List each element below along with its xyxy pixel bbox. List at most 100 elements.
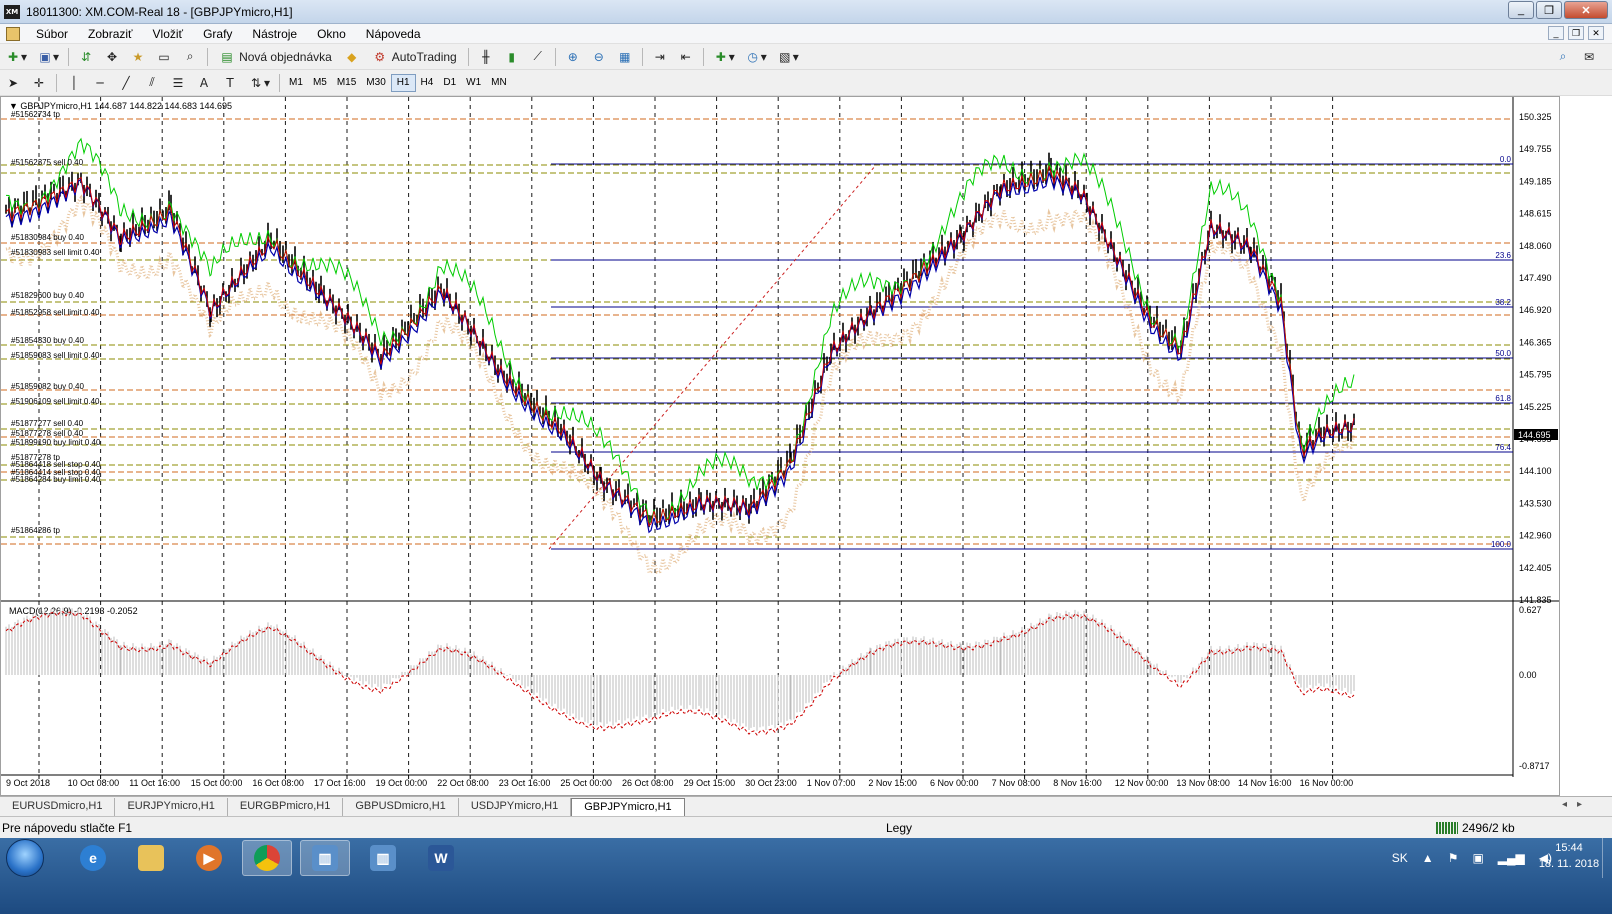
navigator-button[interactable]: ★	[127, 46, 149, 68]
timeframe-mn[interactable]: MN	[486, 74, 512, 92]
tab-eurgbp[interactable]: EURGBPmicro,H1	[228, 798, 344, 816]
title-bar: XM 18011300: XM.COM-Real 18 - [GBPJPYmic…	[0, 0, 1612, 24]
menu-file[interactable]: Súbor	[26, 27, 78, 41]
tab-gbpjpy[interactable]: GBPJPYmicro,H1	[571, 798, 685, 816]
menu-view[interactable]: Zobraziť	[78, 27, 143, 41]
market-watch-button[interactable]: ⇵	[75, 46, 97, 68]
templates-button[interactable]: ▧ ▾	[774, 46, 802, 68]
horizontal-line-button[interactable]: ─	[89, 72, 111, 94]
autotrading-button[interactable]: ⚙ AutoTrading	[367, 46, 462, 68]
flag-icon[interactable]: ⚑	[1448, 851, 1459, 865]
menu-tools[interactable]: Nástroje	[242, 27, 307, 41]
tab-scroll-arrows[interactable]: ◂▸	[1562, 799, 1592, 810]
order-label: #51859083 sell limit 0.40	[11, 351, 100, 360]
price-axis-label: 142.960	[1519, 531, 1552, 541]
vertical-line-button[interactable]: │	[63, 72, 85, 94]
close-button[interactable]: ✕	[1564, 1, 1608, 19]
new-order-label: Nová objednávka	[239, 49, 332, 64]
metaeditor-button[interactable]: ◆	[341, 46, 363, 68]
timeframe-w1[interactable]: W1	[461, 74, 486, 92]
auto-scroll-button[interactable]: ⇥	[649, 46, 671, 68]
price-axis-label: 149.755	[1519, 144, 1552, 154]
timeframe-m5[interactable]: M5	[308, 74, 332, 92]
bar-chart-button[interactable]: ╫	[475, 46, 497, 68]
minimize-button[interactable]: _	[1508, 1, 1534, 19]
crosshair-button[interactable]: ✛	[28, 72, 50, 94]
templates-icon: ▧	[779, 49, 791, 64]
periods-button[interactable]: ◷ ▾	[742, 46, 770, 68]
maximize-button[interactable]: ❐	[1536, 1, 1562, 19]
menu-window[interactable]: Okno	[307, 27, 356, 41]
text-button[interactable]: A	[193, 72, 215, 94]
order-label: #51830983 sell limit 0.40	[11, 248, 100, 257]
chart-window[interactable]: 0.0 23.6 38.2 50.0 61.8 76.4 100.0 ▼ GBPJPYmicr…	[0, 96, 1560, 796]
signal-icon[interactable]: ▂▄▆	[1498, 851, 1525, 865]
taskbar-ie[interactable]: e	[68, 840, 118, 876]
channel-button[interactable]: ⫽	[141, 72, 163, 94]
timeframe-m30[interactable]: M30	[361, 74, 390, 92]
taskbar-word[interactable]: W	[416, 840, 466, 876]
zoom-in-button[interactable]: ⊕	[562, 46, 584, 68]
mdi-close-button[interactable]: ✕	[1588, 26, 1604, 40]
text-icon: A	[199, 75, 209, 90]
timeframe-m15[interactable]: M15	[332, 74, 361, 92]
chart-shift-button[interactable]: ⇤	[675, 46, 697, 68]
zoom-out-button[interactable]: ⊖	[588, 46, 610, 68]
menu-insert[interactable]: Vložiť	[143, 27, 194, 41]
data-window-button[interactable]: ✥	[101, 46, 123, 68]
taskbar-explorer[interactable]	[126, 840, 176, 876]
tile-windows-button[interactable]: ▦	[614, 46, 636, 68]
search-button[interactable]: ⌕	[1552, 46, 1574, 68]
clock[interactable]: 15:44 18. 11. 2018	[1534, 840, 1604, 872]
profiles-button[interactable]: ▣ ▾	[34, 46, 62, 68]
line-chart-button[interactable]: ⟋	[527, 46, 549, 68]
tab-eurjpy[interactable]: EURJPYmicro,H1	[115, 798, 228, 816]
menu-help[interactable]: Nápoveda	[356, 27, 431, 41]
timeframe-d1[interactable]: D1	[438, 74, 461, 92]
price-chart[interactable]: 0.023.638.250.061.876.4100.0▼ GBPJPYmicr…	[1, 97, 1559, 795]
strategy-tester-button[interactable]: ⌕	[179, 46, 201, 68]
chart-window-icon[interactable]	[6, 26, 20, 41]
terminal-button[interactable]: ▭	[153, 46, 175, 68]
taskbar: e ▶ ▥ ▥ W SK ▲ ⚑ ▣ ▂▄▆ ◀) 15:44 18. 11. …	[0, 838, 1612, 914]
start-button[interactable]	[6, 839, 44, 877]
fibonacci-button[interactable]: ☰	[167, 72, 189, 94]
show-desktop-button[interactable]	[1602, 838, 1612, 878]
price-axis-label: 146.920	[1519, 305, 1552, 315]
tab-gbpusd[interactable]: GBPUSDmicro,H1	[343, 798, 459, 816]
menu-charts[interactable]: Grafy	[193, 27, 242, 41]
autotrading-icon: ⚙	[374, 49, 386, 64]
fibonacci-icon: ☰	[172, 75, 184, 90]
mdi-minimize-button[interactable]: _	[1548, 26, 1564, 40]
time-axis-label: 30 Oct 23:00	[745, 778, 797, 788]
chat-button[interactable]: ✉	[1578, 46, 1600, 68]
standard-toolbar: ✚ ▾ ▣ ▾ ⇵ ✥ ★ ▭ ⌕ ▤ Nová objednávka ◆ ⚙ Auto…	[0, 44, 1612, 70]
taskbar-mt4-2[interactable]: ▥	[358, 840, 408, 876]
timeframe-h4[interactable]: H4	[416, 74, 439, 92]
timeframe-h1[interactable]: H1	[390, 73, 416, 92]
candlestick-button[interactable]: ▮	[501, 46, 523, 68]
new-chart-button[interactable]: ✚ ▾	[2, 46, 30, 68]
clock-icon: ◷	[747, 49, 758, 64]
tray-expand-icon[interactable]: ▲	[1422, 851, 1434, 865]
text-label-button[interactable]: T	[219, 72, 241, 94]
indicators-button[interactable]: ✚ ▾	[710, 46, 738, 68]
current-price-label: 144.695	[1518, 430, 1551, 440]
tab-usdjpy[interactable]: USDJPYmicro,H1	[459, 798, 572, 816]
tab-eurusd[interactable]: EURUSDmicro,H1	[0, 798, 116, 816]
device-icon[interactable]: ▣	[1472, 851, 1483, 865]
window-title: 18011300: XM.COM-Real 18 - [GBPJPYmicro,…	[26, 4, 293, 19]
taskbar-media-player[interactable]: ▶	[184, 840, 234, 876]
new-order-button[interactable]: ▤ Nová objednávka	[214, 46, 337, 68]
trendline-button[interactable]: ╱	[115, 72, 137, 94]
time-axis-label: 9 Oct 2018	[6, 778, 50, 788]
taskbar-chrome[interactable]	[242, 840, 292, 876]
cursor-button[interactable]: ➤	[2, 72, 24, 94]
mdi-restore-button[interactable]: ❐	[1568, 26, 1584, 40]
timeframe-m1[interactable]: M1	[284, 74, 308, 92]
taskbar-mt4-1[interactable]: ▥	[300, 840, 350, 876]
language-indicator[interactable]: SK	[1392, 851, 1408, 865]
chart-tabs: EURUSDmicro,H1 EURJPYmicro,H1 EURGBPmicr…	[0, 796, 1612, 816]
arrows-button[interactable]: ⇅ ▾	[245, 72, 273, 94]
terminal-icon: ▭	[158, 49, 170, 64]
